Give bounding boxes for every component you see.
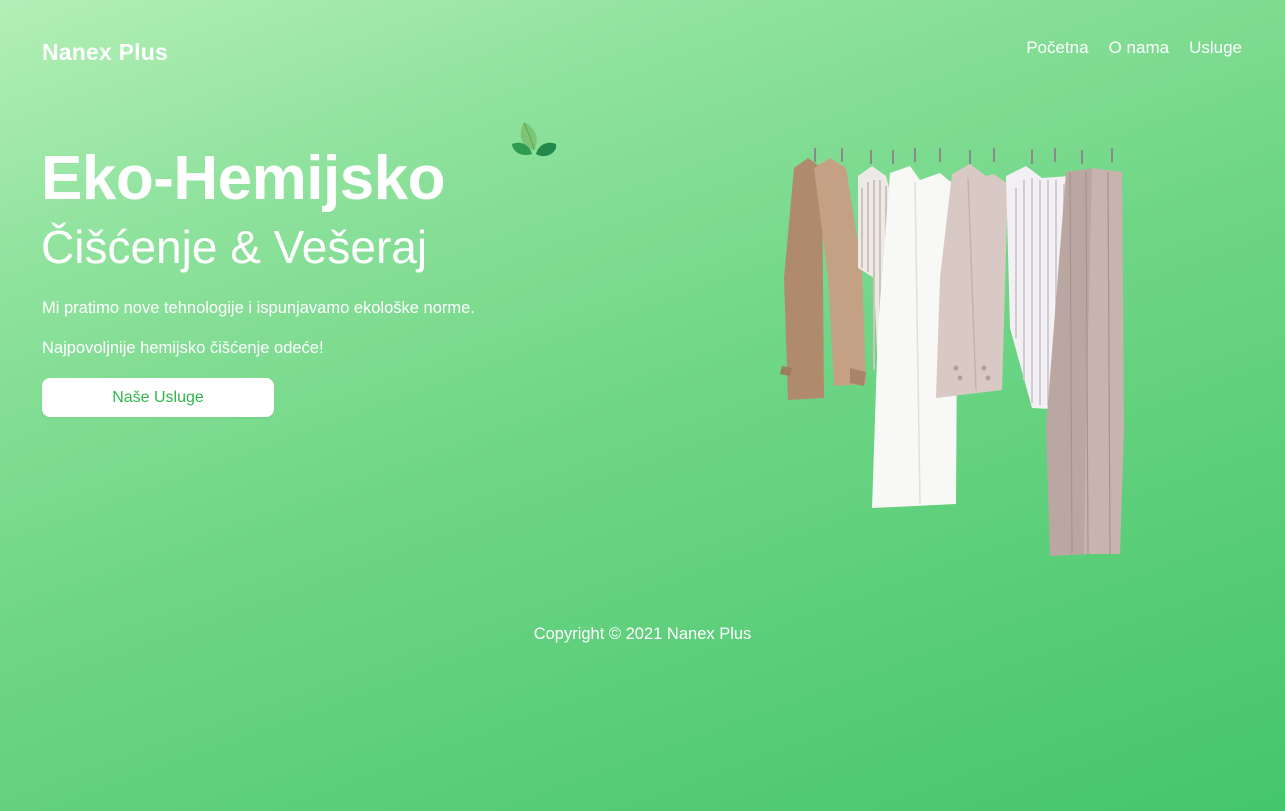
hero-text-line: Najpovoljnije hemijsko čišćenje odeće! bbox=[42, 339, 324, 357]
clothes-rack-illustration bbox=[780, 148, 1124, 556]
nav-link-home[interactable]: Početna bbox=[1026, 38, 1088, 58]
hero-title: Eko-Hemijsko bbox=[41, 144, 446, 213]
nav-link-services[interactable]: Usluge bbox=[1189, 38, 1242, 58]
site-footer: Copyright © 2021 Nanex Plus bbox=[0, 625, 1285, 644]
hero-text-line: Mi pratimo nove tehnologije i ispunjavam… bbox=[42, 299, 475, 317]
copyright-text: Copyright © 2021 Nanex Plus bbox=[533, 625, 752, 643]
brand-logo[interactable]: Nanex Plus bbox=[42, 39, 168, 66]
leaf-icon bbox=[512, 122, 557, 157]
hangers bbox=[814, 148, 1113, 164]
our-services-button[interactable]: Naše Usluge bbox=[42, 378, 274, 417]
main-nav: Početna O nama Usluge bbox=[1026, 38, 1242, 58]
nav-link-about[interactable]: O nama bbox=[1109, 38, 1169, 58]
hero-subtitle: Čišćenje & Vešeraj bbox=[41, 221, 428, 273]
